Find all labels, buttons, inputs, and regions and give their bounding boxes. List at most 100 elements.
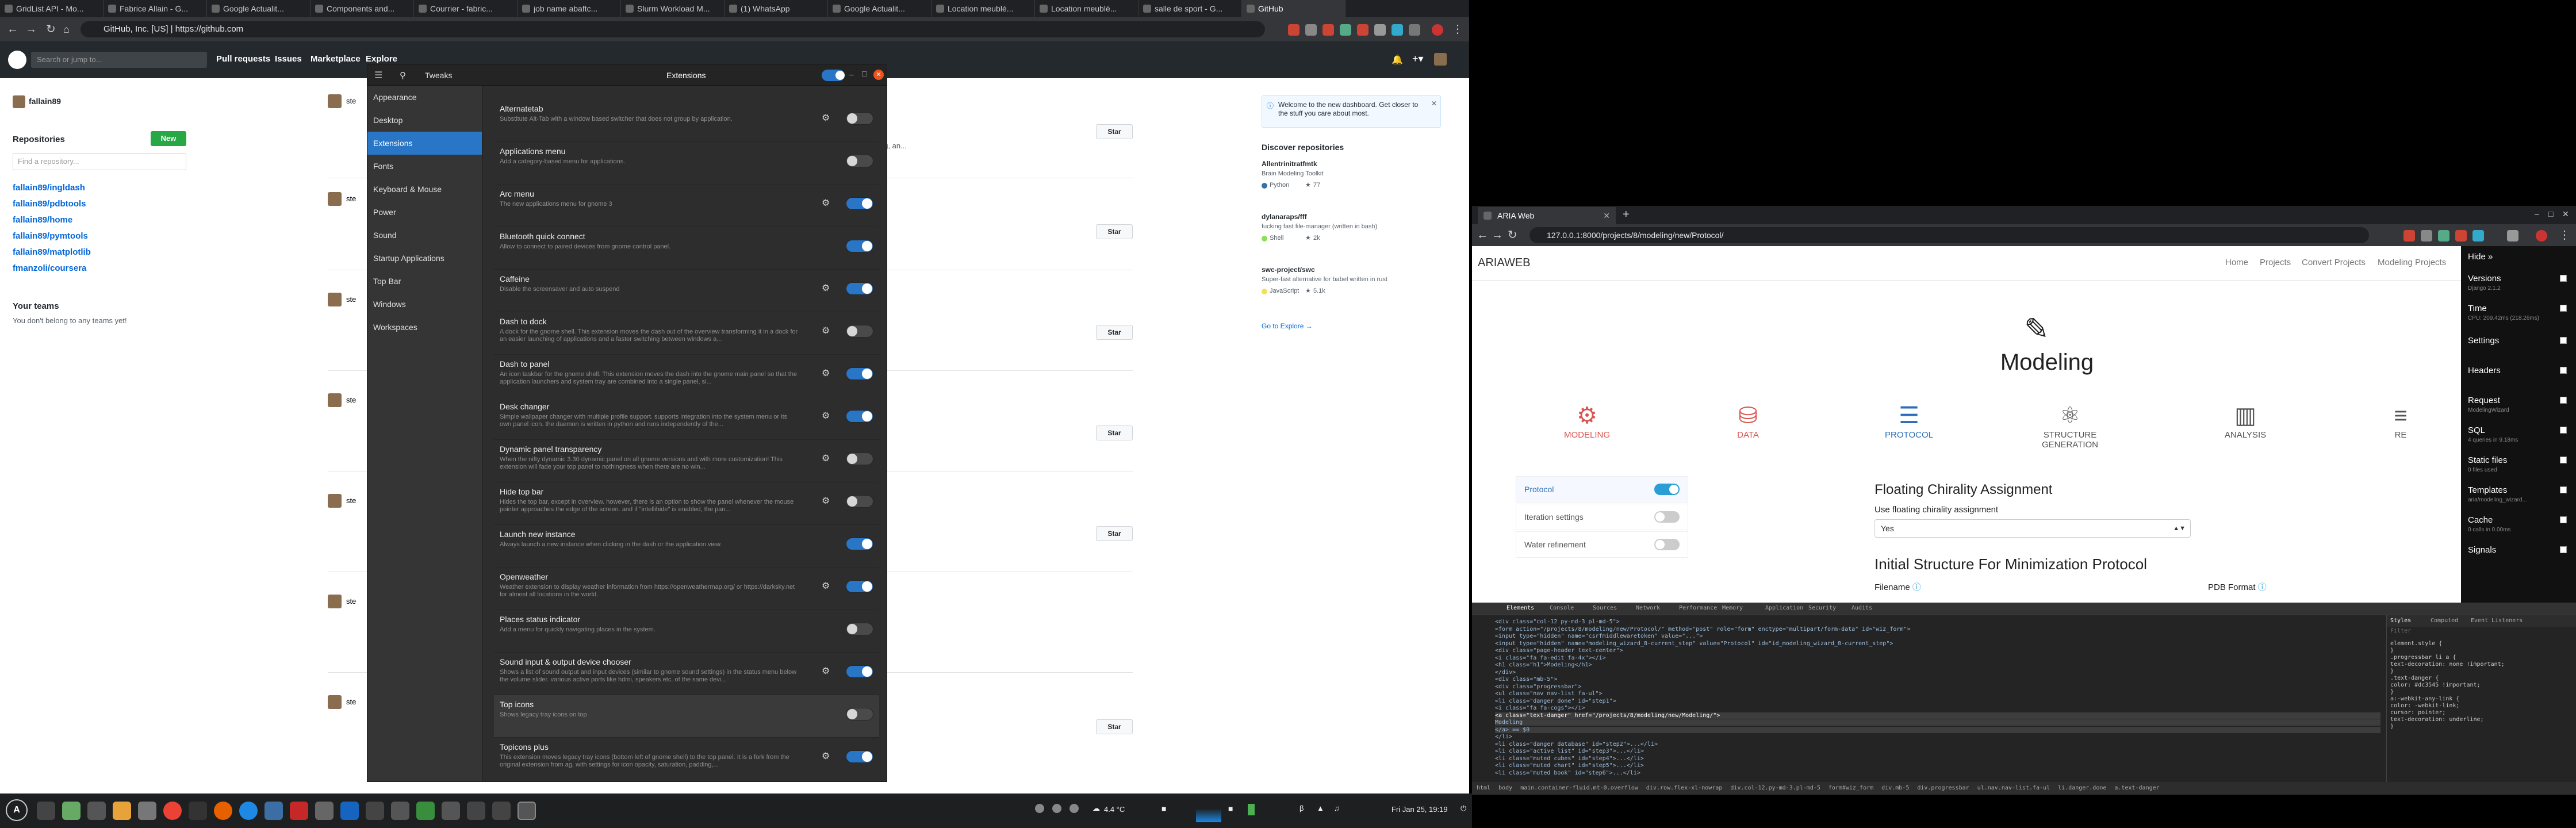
dom-line[interactable]: <i class="fa fa-cogs"></i> xyxy=(1495,705,1585,711)
bluetooth-icon[interactable]: β xyxy=(1300,804,1304,812)
firefox-icon[interactable] xyxy=(214,802,232,820)
wizard-step[interactable]: ≡ RE xyxy=(2358,401,2444,440)
breadcrumb-item[interactable]: ul.nav.nav-list.fa-ul xyxy=(1977,785,2050,791)
browser-tab[interactable]: GitHub xyxy=(1242,0,1346,17)
editor-icon[interactable] xyxy=(113,802,131,820)
menu-icon[interactable]: ⋮ xyxy=(1452,23,1463,36)
new-tab-icon[interactable]: + xyxy=(1623,208,1630,221)
maximize-icon[interactable]: □ xyxy=(2548,209,2553,218)
weather-text[interactable]: 4.4 °C xyxy=(1104,805,1125,814)
debug-panel-checkbox[interactable] xyxy=(2560,546,2567,553)
extension-toggle[interactable] xyxy=(846,112,873,125)
dom-line[interactable]: <input type="hidden" name="modeling_wiza… xyxy=(1495,641,1893,647)
discover-repo-name[interactable]: dylanaraps/fff xyxy=(1262,213,1307,221)
extension-icon[interactable] xyxy=(1322,24,1334,36)
nav-explore[interactable]: Explore xyxy=(366,54,397,64)
hamburger-icon[interactable]: ☰ xyxy=(374,70,382,81)
close-icon[interactable]: ✕ xyxy=(1431,99,1437,108)
nav-convert-projects[interactable]: Convert Projects xyxy=(2302,258,2366,267)
extension-icon[interactable] xyxy=(1357,24,1368,36)
browser-tab[interactable]: Location meublé... xyxy=(1035,0,1138,17)
star-button[interactable]: Star xyxy=(1096,425,1133,440)
sidebar-item-extensions[interactable]: Extensions xyxy=(367,132,482,155)
feed-actor[interactable]: ste xyxy=(346,396,356,404)
debug-panel-5[interactable]: Request xyxy=(2468,396,2500,405)
extension-icon[interactable] xyxy=(1374,24,1386,36)
breadcrumb-item[interactable]: div.row.flex-xl-nowrap xyxy=(1646,785,1722,791)
extension-toggle[interactable] xyxy=(846,580,873,593)
app-icon[interactable] xyxy=(366,802,384,820)
breadcrumb-item[interactable]: div.col-12.py-md-3.pl-md-5 xyxy=(1730,785,1820,791)
extension-toggle[interactable] xyxy=(846,240,873,252)
debug-panel-checkbox[interactable] xyxy=(2560,367,2567,374)
dom-line[interactable]: <a class="text-danger" href="/projects/8… xyxy=(1495,712,2380,719)
debug-panel-4[interactable]: Headers xyxy=(2468,366,2501,375)
extension-toggle[interactable] xyxy=(846,538,873,550)
debug-panel-10[interactable]: Signals xyxy=(2468,545,2496,555)
sidebar-item-top-bar[interactable]: Top Bar xyxy=(367,270,482,293)
browser-tab[interactable]: Fabrice Allain - G... xyxy=(103,0,207,17)
styles-filter-input[interactable]: Filter xyxy=(2390,628,2569,637)
plus-icon[interactable]: +▾ xyxy=(1412,53,1424,65)
repo-link[interactable]: fallain89/matplotlib xyxy=(13,247,91,257)
star-button[interactable]: Star xyxy=(1096,719,1133,734)
browser-tab[interactable]: salle de sport - G... xyxy=(1138,0,1242,17)
feed-actor[interactable]: ste xyxy=(346,97,356,105)
extension-icon[interactable] xyxy=(1288,24,1300,36)
wizard-step[interactable]: ⚙ MODELING xyxy=(1544,401,1630,440)
sidebar-item-startup-applications[interactable]: Startup Applications xyxy=(367,247,482,270)
sidebar-item-sound[interactable]: Sound xyxy=(367,224,482,247)
dom-line[interactable]: <form action="/projects/8/modeling/new/P… xyxy=(1495,626,1910,632)
dom-line[interactable]: <div class="mb-5"> xyxy=(1495,676,1557,683)
wizard-option-toggle[interactable] xyxy=(1654,484,1680,495)
browser-tab[interactable]: Location meublé... xyxy=(931,0,1035,17)
styles-tab[interactable]: Computed xyxy=(2431,618,2458,624)
breadcrumb-item[interactable]: main.container-fluid.mt-0.overflow xyxy=(1520,785,1638,791)
breadcrumb-item[interactable]: body xyxy=(1498,785,1512,791)
devtools-tab[interactable]: Application xyxy=(1765,605,1803,611)
sidebar-item-keyboard-mouse[interactable]: Keyboard & Mouse xyxy=(367,178,482,201)
browser-tab[interactable]: Google Actualit... xyxy=(828,0,931,17)
browser-tab[interactable]: Components and... xyxy=(310,0,414,17)
tab-aria-web[interactable]: ARIA Web ✕ xyxy=(1478,207,1616,224)
devtools-tab[interactable]: Performance xyxy=(1679,605,1717,611)
tray-icon[interactable] xyxy=(1035,804,1044,813)
address-input[interactable]: 127.0.0.1:8000/projects/8/modeling/new/P… xyxy=(1529,227,2369,243)
extension-toggle[interactable] xyxy=(846,282,873,295)
app-icon[interactable] xyxy=(442,802,460,820)
forward-icon[interactable]: → xyxy=(1492,229,1503,241)
tray-icon[interactable]: ■ xyxy=(1162,804,1166,813)
gear-icon[interactable]: ⚙ xyxy=(822,665,830,677)
dom-line[interactable]: <li class="danger done" id="step1"> xyxy=(1495,698,1616,704)
gear-icon[interactable]: ⚙ xyxy=(822,495,830,507)
nav-marketplace[interactable]: Marketplace xyxy=(310,54,361,64)
files-icon[interactable] xyxy=(87,802,106,820)
extension-icon[interactable] xyxy=(1392,24,1403,36)
extension-icon[interactable] xyxy=(2507,230,2518,241)
app-icon[interactable] xyxy=(264,802,283,820)
menu-icon[interactable]: ⋮ xyxy=(2559,229,2570,241)
browser-tab[interactable]: Google Actualit... xyxy=(207,0,310,17)
devtools-tab[interactable]: Console xyxy=(1550,605,1574,611)
dom-line[interactable]: <h1 class="h1">Modeling</h1> xyxy=(1495,662,1592,668)
profile-avatar[interactable] xyxy=(1432,24,1443,36)
gear-icon[interactable]: ⚙ xyxy=(822,750,830,762)
debug-panel-checkbox[interactable] xyxy=(2560,305,2567,312)
extension-toggle[interactable] xyxy=(846,623,873,635)
extension-icon[interactable] xyxy=(1340,24,1351,36)
gear-icon[interactable]: ⚙ xyxy=(822,367,830,379)
wizard-step[interactable]: ☰ PROTOCOL xyxy=(1866,401,1952,440)
debug-panel-checkbox[interactable] xyxy=(2560,427,2567,434)
extension-icon[interactable] xyxy=(2438,230,2450,241)
new-repo-button[interactable]: New xyxy=(151,131,186,146)
gear-icon[interactable]: ⚙ xyxy=(822,197,830,209)
debug-panel-2[interactable]: Time xyxy=(2468,304,2487,313)
terminal-icon[interactable] xyxy=(391,802,409,820)
network-icon[interactable]: ▲ xyxy=(1317,804,1324,812)
dom-line[interactable]: <li class="muted cubes" id="step4">...</… xyxy=(1495,756,1644,762)
browser-tab[interactable]: GridList API - Mo... xyxy=(0,0,103,17)
browser-tab[interactable]: Courrier - fabric... xyxy=(414,0,518,17)
star-button[interactable]: Star xyxy=(1096,124,1133,139)
back-icon[interactable]: ← xyxy=(7,23,18,36)
github-search-input[interactable]: Search or jump to... xyxy=(31,52,207,68)
